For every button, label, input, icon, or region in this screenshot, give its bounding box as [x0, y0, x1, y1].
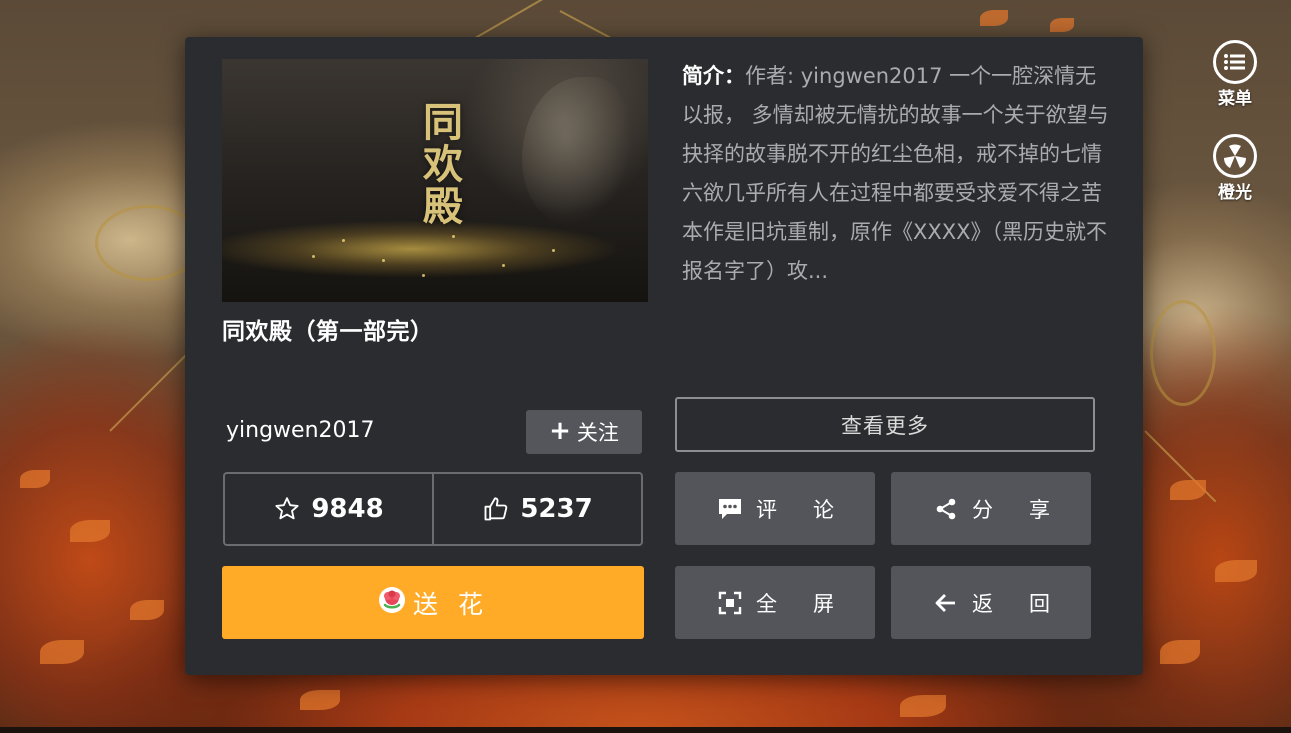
- thumbs-up-icon: [482, 495, 510, 523]
- leaf-decoration: [1050, 18, 1074, 32]
- leaf-decoration: [1215, 560, 1257, 582]
- book-cover-image[interactable]: 同欢殿: [222, 59, 648, 302]
- comment-label: 评论: [756, 497, 870, 522]
- star-outline-icon: [273, 495, 301, 523]
- fullscreen-button[interactable]: 全屏: [675, 566, 875, 639]
- send-flower-label: 送 花: [413, 589, 489, 619]
- arrow-left-icon: [932, 589, 960, 617]
- sparkle: [502, 264, 505, 267]
- leaf-decoration: [980, 10, 1008, 26]
- orange-light-logo-icon: [1213, 134, 1257, 178]
- leaf-decoration: [20, 470, 50, 488]
- favorite-count: 9848: [311, 494, 384, 524]
- view-more-button[interactable]: 查看更多: [675, 397, 1095, 452]
- side-menu-button[interactable]: 菜单: [1205, 40, 1265, 109]
- comment-icon: [716, 495, 744, 523]
- share-button[interactable]: 分享: [891, 472, 1091, 545]
- book-intro: 简介：作者: yingwen2017 一个一腔深情无以报， 多情却被无情扰的故事…: [682, 57, 1114, 291]
- fullscreen-label: 全屏: [756, 591, 870, 616]
- side-menu-label: 菜单: [1218, 89, 1252, 109]
- share-icon: [932, 495, 960, 523]
- gold-ornament: [1150, 300, 1216, 406]
- sparkle: [312, 255, 315, 258]
- sparkle: [552, 249, 555, 252]
- follow-label: 关注: [576, 421, 619, 445]
- leaf-decoration: [900, 695, 946, 717]
- sparkle: [342, 239, 345, 242]
- plus-icon: +: [549, 415, 571, 446]
- stats-box: 9848 5237: [223, 472, 643, 546]
- leaf-decoration: [40, 640, 84, 664]
- leaf-decoration: [300, 690, 340, 710]
- leaf-decoration: [1170, 480, 1206, 500]
- gold-line-decoration: [469, 0, 644, 42]
- author-name[interactable]: yingwen2017: [226, 418, 375, 443]
- book-info-panel: 同欢殿 同欢殿（第一部完） 简介：作者: yingwen2017 一个一腔深情无…: [185, 37, 1143, 675]
- flower-icon: [377, 585, 407, 621]
- leaf-decoration: [1160, 640, 1200, 664]
- cover-title-calligraphy: 同欢殿: [416, 101, 463, 227]
- fullscreen-icon: [716, 589, 744, 617]
- like-button[interactable]: 5237: [432, 474, 641, 544]
- sparkle: [422, 274, 425, 277]
- intro-text: 作者: yingwen2017 一个一腔深情无以报， 多情却被无情扰的故事一个关…: [682, 64, 1109, 283]
- favorite-button[interactable]: 9848: [225, 474, 432, 544]
- back-button[interactable]: 返回: [891, 566, 1091, 639]
- intro-label: 简介：: [682, 64, 745, 88]
- like-count: 5237: [520, 494, 593, 524]
- leaf-decoration: [130, 600, 164, 620]
- list-icon: [1213, 40, 1257, 84]
- side-light-label: 橙光: [1218, 183, 1252, 203]
- comment-button[interactable]: 评论: [675, 472, 875, 545]
- send-flower-button[interactable]: 送 花: [222, 566, 644, 639]
- share-label: 分享: [972, 497, 1086, 522]
- gold-line-decoration: [109, 345, 196, 432]
- back-label: 返回: [972, 591, 1086, 616]
- sparkle: [452, 235, 455, 238]
- phoenix-decoration: [522, 77, 632, 227]
- side-orange-light-button[interactable]: 橙光: [1205, 134, 1265, 203]
- leaf-decoration: [70, 520, 110, 542]
- book-title: 同欢殿（第一部完）: [222, 319, 434, 345]
- sparkle: [382, 259, 385, 262]
- follow-button[interactable]: + 关注: [526, 410, 642, 454]
- bottom-edge: [0, 727, 1291, 733]
